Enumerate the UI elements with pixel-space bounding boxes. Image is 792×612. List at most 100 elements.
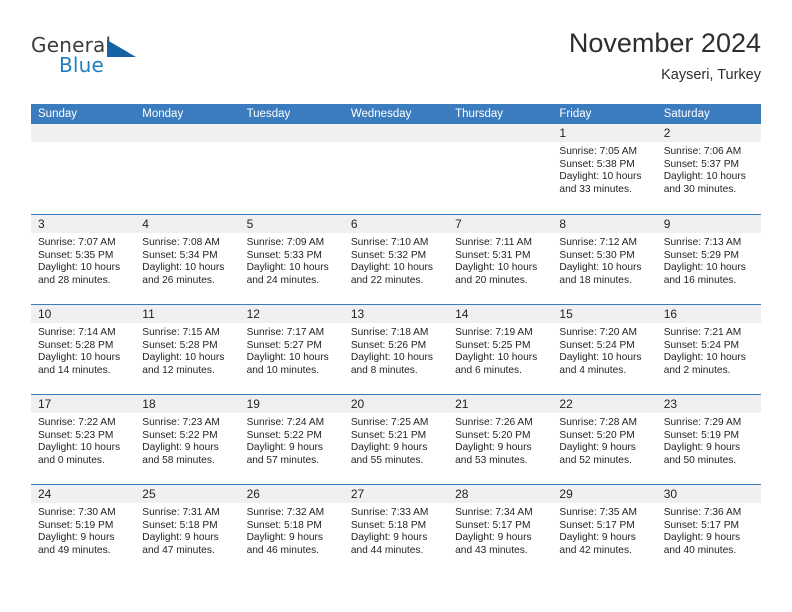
sunrise-time: Sunrise: 7:21 AM [663, 327, 742, 338]
general-blue-logo[interactable]: General Blue [31, 34, 151, 86]
calendar-day-cell[interactable]: 1 Sunrise: 7:05 AM Sunset: 5:38 PM Daylight… [552, 124, 657, 214]
calendar-day-cell[interactable]: 3 Sunrise: 7:07 AM Sunset: 5:35 PM Daylight… [31, 215, 136, 304]
calendar-day-cell[interactable]: 15 Sunrise: 7:20 AM Sunset: 5:24 PM Dayligh… [552, 305, 657, 394]
daylight-duration-line2: and 55 minutes. [350, 454, 424, 466]
sunset-time: Sunset: 5:17 PM [455, 519, 531, 531]
calendar-day-cell[interactable]: 19 Sunrise: 7:24 AM Sunset: 5:22 PM Dayligh… [239, 395, 344, 484]
day-number: 2 [656, 124, 761, 142]
sunset-time: Sunset: 5:17 PM [559, 519, 635, 531]
calendar-day-cell[interactable]: 22 Sunrise: 7:28 AM Sunset: 5:20 PM Dayligh… [552, 395, 657, 484]
daylight-duration-line1: Daylight: 10 hours [350, 262, 433, 274]
weekday-header-sunday: Sunday [38, 108, 78, 120]
calendar-day-cell[interactable]: 13 Sunrise: 7:18 AM Sunset: 5:26 PM Dayligh… [343, 305, 449, 394]
calendar-day-cell-empty [343, 124, 449, 214]
sunset-time: Sunset: 5:27 PM [246, 339, 322, 351]
daylight-duration-line1: Daylight: 10 hours [38, 352, 121, 364]
calendar-week-row: 24 Sunrise: 7:30 AM Sunset: 5:19 PM Dayligh… [31, 484, 761, 574]
logo-text-blue: Blue [59, 53, 105, 77]
calendar-day-cell[interactable]: 17 Sunrise: 7:22 AM Sunset: 5:23 PM Dayligh… [31, 395, 136, 484]
calendar-day-cell[interactable]: 20 Sunrise: 7:25 AM Sunset: 5:21 PM Dayligh… [343, 395, 449, 484]
calendar-day-cell[interactable]: 27 Sunrise: 7:33 AM Sunset: 5:18 PM Dayligh… [343, 485, 449, 574]
day-sun-info: Sunrise: 7:28 AM Sunset: 5:20 PM Daylight:… [552, 413, 656, 467]
calendar-day-cell-empty [239, 124, 344, 214]
day-number: 23 [656, 395, 761, 413]
day-number: 20 [343, 395, 449, 413]
sunset-time: Sunset: 5:18 PM [350, 519, 427, 531]
calendar-week-row: 1 Sunrise: 7:05 AM Sunset: 5:38 PM Daylight… [31, 124, 761, 214]
sunrise-time: Sunrise: 7:06 AM [663, 146, 742, 157]
day-number [135, 124, 240, 142]
calendar-day-cell[interactable]: 9 Sunrise: 7:13 AM Sunset: 5:29 PM Daylight… [656, 215, 761, 304]
daylight-duration-line2: and 18 minutes. [559, 274, 632, 286]
calendar-day-cell[interactable]: 7 Sunrise: 7:11 AM Sunset: 5:31 PM Daylight… [448, 215, 553, 304]
daylight-duration-line2: and 33 minutes. [559, 183, 632, 195]
calendar-day-cell[interactable]: 12 Sunrise: 7:17 AM Sunset: 5:27 PM Dayligh… [239, 305, 344, 394]
daylight-duration-line1: Daylight: 9 hours [455, 532, 532, 544]
sunrise-time: Sunrise: 7:20 AM [559, 327, 637, 338]
calendar-weeks: 1 Sunrise: 7:05 AM Sunset: 5:38 PM Daylight… [31, 124, 761, 574]
daylight-duration-line2: and 20 minutes. [455, 274, 528, 286]
day-sun-info: Sunrise: 7:24 AM Sunset: 5:22 PM Daylight:… [240, 413, 344, 467]
daylight-duration-line2: and 58 minutes. [142, 454, 215, 466]
calendar-day-cell[interactable]: 6 Sunrise: 7:10 AM Sunset: 5:32 PM Daylight… [343, 215, 449, 304]
daylight-duration-line2: and 12 minutes. [142, 364, 215, 376]
calendar-day-cell-empty [448, 124, 553, 214]
daylight-duration-line1: Daylight: 10 hours [559, 352, 642, 364]
calendar-day-cell[interactable]: 26 Sunrise: 7:32 AM Sunset: 5:18 PM Dayligh… [239, 485, 344, 574]
calendar-day-cell[interactable]: 28 Sunrise: 7:34 AM Sunset: 5:17 PM Dayligh… [448, 485, 553, 574]
daylight-duration-line1: Daylight: 10 hours [350, 352, 433, 364]
day-sun-info: Sunrise: 7:23 AM Sunset: 5:22 PM Daylight:… [135, 413, 239, 467]
sunset-time: Sunset: 5:26 PM [350, 339, 427, 351]
sunset-time: Sunset: 5:20 PM [559, 429, 635, 441]
calendar-day-cell[interactable]: 2 Sunrise: 7:06 AM Sunset: 5:37 PM Daylight… [656, 124, 761, 214]
daylight-duration-line2: and 49 minutes. [38, 544, 111, 556]
calendar-day-cell[interactable]: 11 Sunrise: 7:15 AM Sunset: 5:28 PM Dayligh… [135, 305, 240, 394]
calendar-day-cell[interactable]: 18 Sunrise: 7:23 AM Sunset: 5:22 PM Dayligh… [135, 395, 240, 484]
calendar-day-cell[interactable]: 10 Sunrise: 7:14 AM Sunset: 5:28 PM Dayligh… [31, 305, 136, 394]
sunset-time: Sunset: 5:19 PM [38, 519, 114, 531]
day-number: 14 [448, 305, 553, 323]
sunrise-time: Sunrise: 7:23 AM [142, 417, 220, 428]
day-sun-info: Sunrise: 7:30 AM Sunset: 5:19 PM Daylight:… [31, 503, 135, 557]
sunrise-time: Sunrise: 7:36 AM [663, 507, 742, 518]
daylight-duration-line2: and 8 minutes. [350, 364, 418, 376]
day-sun-info: Sunrise: 7:22 AM Sunset: 5:23 PM Daylight:… [31, 413, 135, 467]
sunrise-time: Sunrise: 7:11 AM [455, 237, 532, 248]
daylight-duration-line2: and 26 minutes. [142, 274, 215, 286]
daylight-duration-line2: and 53 minutes. [455, 454, 528, 466]
daylight-duration-line1: Daylight: 9 hours [559, 442, 636, 454]
calendar-day-cell[interactable]: 4 Sunrise: 7:08 AM Sunset: 5:34 PM Daylight… [135, 215, 240, 304]
daylight-duration-line2: and 2 minutes. [663, 364, 731, 376]
calendar-day-cell[interactable]: 25 Sunrise: 7:31 AM Sunset: 5:18 PM Dayligh… [135, 485, 240, 574]
day-number: 29 [552, 485, 657, 503]
calendar-day-cell[interactable]: 16 Sunrise: 7:21 AM Sunset: 5:24 PM Dayligh… [656, 305, 761, 394]
calendar-day-cell[interactable]: 14 Sunrise: 7:19 AM Sunset: 5:25 PM Dayligh… [448, 305, 553, 394]
daylight-duration-line1: Daylight: 9 hours [142, 532, 219, 544]
daylight-duration-line2: and 46 minutes. [246, 544, 320, 556]
day-sun-info: Sunrise: 7:09 AM Sunset: 5:33 PM Daylight:… [240, 233, 344, 287]
calendar-day-cell[interactable]: 21 Sunrise: 7:26 AM Sunset: 5:20 PM Dayligh… [448, 395, 553, 484]
calendar-day-cell[interactable]: 29 Sunrise: 7:35 AM Sunset: 5:17 PM Dayligh… [552, 485, 657, 574]
day-sun-info: Sunrise: 7:05 AM Sunset: 5:38 PM Daylight:… [552, 142, 656, 196]
calendar-day-cell[interactable]: 24 Sunrise: 7:30 AM Sunset: 5:19 PM Dayligh… [31, 485, 136, 574]
weekday-header-friday: Friday [559, 108, 592, 120]
sunrise-time: Sunrise: 7:33 AM [350, 507, 429, 518]
calendar-day-cell[interactable]: 8 Sunrise: 7:12 AM Sunset: 5:30 PM Daylight… [552, 215, 657, 304]
calendar-day-cell[interactable]: 23 Sunrise: 7:29 AM Sunset: 5:19 PM Dayligh… [656, 395, 761, 484]
sunset-time: Sunset: 5:24 PM [663, 339, 740, 351]
sunset-time: Sunset: 5:19 PM [663, 429, 740, 441]
daylight-duration-line1: Daylight: 9 hours [455, 442, 532, 454]
logo-triangle-icon [107, 40, 136, 57]
daylight-duration-line2: and 0 minutes. [38, 454, 105, 466]
sunset-time: Sunset: 5:38 PM [559, 158, 635, 170]
calendar-day-cell[interactable]: 30 Sunrise: 7:36 AM Sunset: 5:17 PM Dayligh… [656, 485, 761, 574]
calendar-day-cell[interactable]: 5 Sunrise: 7:09 AM Sunset: 5:33 PM Daylight… [239, 215, 344, 304]
daylight-duration-line1: Daylight: 10 hours [559, 262, 642, 274]
day-number: 7 [448, 215, 553, 233]
daylight-duration-line2: and 42 minutes. [559, 544, 632, 556]
day-number: 16 [656, 305, 761, 323]
day-sun-info: Sunrise: 7:34 AM Sunset: 5:17 PM Daylight:… [448, 503, 552, 557]
day-number: 25 [135, 485, 240, 503]
day-number [448, 124, 553, 142]
daylight-duration-line2: and 22 minutes. [350, 274, 424, 286]
